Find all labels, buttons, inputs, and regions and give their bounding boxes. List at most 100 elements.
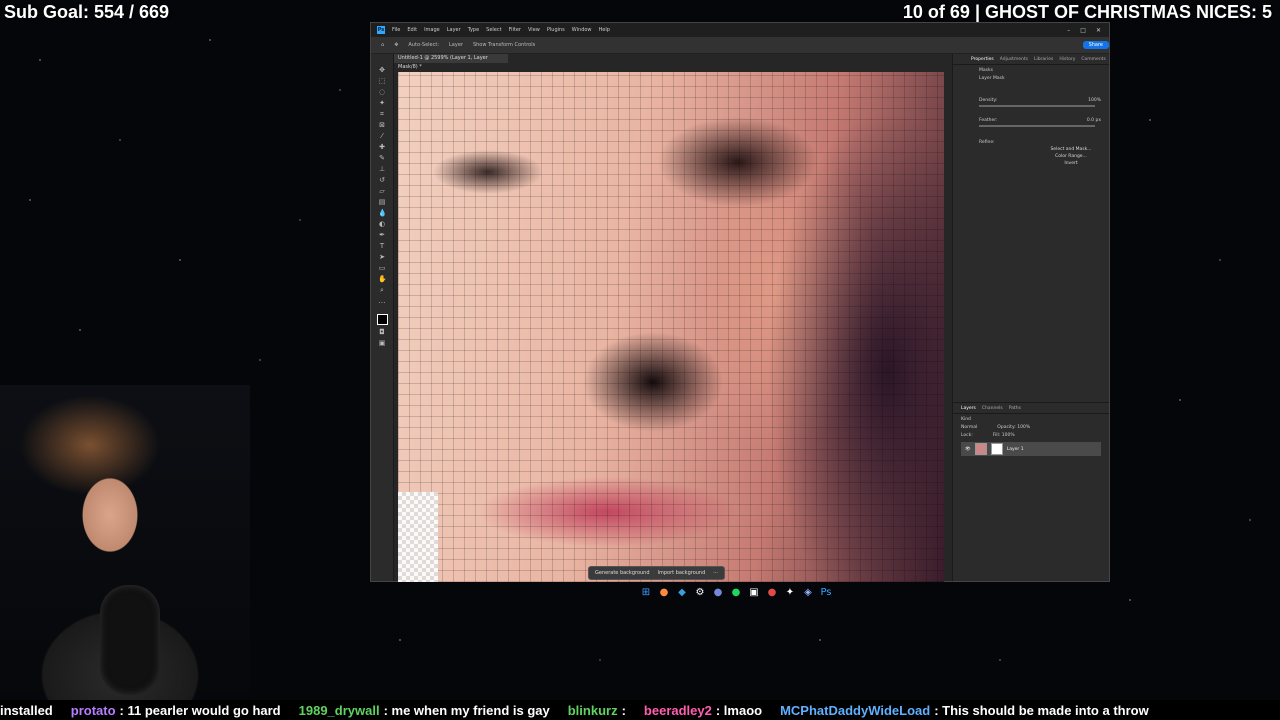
app-icon[interactable]: ▣: [748, 587, 760, 599]
visibility-eye-icon[interactable]: 👁: [965, 447, 971, 452]
type-icon[interactable]: T: [378, 242, 386, 250]
fill-field[interactable]: Fill: 100%: [993, 433, 1015, 438]
generate-background-button[interactable]: Generate background: [595, 570, 650, 576]
spotify-icon[interactable]: ●: [730, 587, 742, 599]
chat-message: installed: [0, 702, 53, 718]
menu-help[interactable]: Help: [599, 27, 610, 33]
tab-libraries[interactable]: Libraries: [1034, 57, 1053, 62]
more-tools-icon[interactable]: …: [378, 297, 386, 305]
edge-icon[interactable]: ◆: [676, 587, 688, 599]
color-swatch[interactable]: [376, 314, 388, 325]
healing-icon[interactable]: ✚: [378, 143, 386, 151]
more-options-icon[interactable]: ⋯: [713, 570, 718, 576]
menu-filter[interactable]: Filter: [509, 27, 521, 33]
history-brush-icon[interactable]: ↺: [378, 176, 386, 184]
tab-adjustments[interactable]: Adjustments: [1000, 57, 1028, 62]
obs-icon[interactable]: ●: [766, 587, 778, 599]
windows-icon[interactable]: ⊞: [640, 587, 652, 599]
menu-plugins[interactable]: Plugins: [547, 27, 565, 33]
app2-icon[interactable]: ✦: [784, 587, 796, 599]
gradient-icon[interactable]: ▤: [378, 198, 386, 206]
blend-mode-dropdown[interactable]: Normal: [961, 425, 977, 430]
discord-icon[interactable]: ●: [712, 587, 724, 599]
menu-bar: Ps File Edit Image Layer Type Select Fil…: [371, 23, 1109, 37]
crop-icon[interactable]: ⌗: [378, 110, 386, 118]
windows-taskbar: ⊞ ● ◆ ⚙ ● ● ▣ ● ✦ ◈ Ps: [640, 585, 832, 601]
opacity-field[interactable]: Opacity: 100%: [997, 425, 1030, 430]
density-slider[interactable]: [979, 105, 1095, 107]
menu-window[interactable]: Window: [572, 27, 592, 33]
right-panels: Properties Adjustments Libraries History…: [952, 54, 1109, 581]
document-tab[interactable]: Untitled-1 @ 2599% (Layer 1, Layer Mask/…: [394, 54, 508, 70]
settings-icon[interactable]: ⚙: [694, 587, 706, 599]
eyedropper-icon[interactable]: ⁄: [378, 132, 386, 140]
eraser-icon[interactable]: ▱: [378, 187, 386, 195]
share-button[interactable]: Share: [1082, 41, 1109, 49]
tab-history[interactable]: History: [1059, 57, 1075, 62]
stamp-icon[interactable]: ⊥: [378, 165, 386, 173]
chat-user: beeradley2: [643, 702, 712, 718]
move-tool-icon[interactable]: ✥: [394, 42, 398, 48]
show-transform-controls[interactable]: Show Transform Controls: [473, 42, 535, 48]
feather-label: Feather:: [979, 118, 998, 123]
home-icon[interactable]: ⌂: [381, 42, 384, 48]
rectangle-icon[interactable]: ▭: [378, 264, 386, 272]
firefox-icon[interactable]: ●: [658, 587, 670, 599]
tab-comments[interactable]: Comments: [1081, 57, 1105, 62]
mask-thumbnail[interactable]: [990, 443, 1003, 455]
pen-icon[interactable]: ✒: [378, 231, 386, 239]
options-bar: ⌂ ✥ Auto-Select: Layer Show Transform Co…: [371, 37, 1109, 54]
blur-icon[interactable]: 💧: [378, 209, 387, 217]
kind-filter[interactable]: Kind: [953, 414, 1109, 422]
lasso-icon[interactable]: ◌: [378, 88, 386, 96]
brush-icon[interactable]: ✎: [378, 154, 386, 162]
tab-channels[interactable]: Channels: [982, 406, 1003, 411]
screen-mode-icon[interactable]: ▣: [378, 339, 386, 347]
chat-user: 1989_drywall: [298, 702, 380, 718]
close-icon[interactable]: ✕: [1096, 27, 1101, 34]
masks-section-label: Masks: [979, 68, 993, 73]
select-and-mask-button[interactable]: Select and Mask...: [1041, 147, 1101, 152]
menu-file[interactable]: File: [392, 27, 400, 33]
maximize-icon[interactable]: □: [1080, 27, 1086, 34]
hand-icon[interactable]: ✋: [378, 275, 387, 283]
path-select-icon[interactable]: ➤: [378, 253, 386, 261]
streamer-webcam: [0, 385, 250, 705]
photoshop-icon[interactable]: Ps: [820, 587, 832, 599]
minimize-icon[interactable]: –: [1067, 27, 1070, 34]
auto-select-label[interactable]: Auto-Select:: [408, 42, 439, 48]
quick-mask-icon[interactable]: ◘: [378, 328, 386, 336]
import-background-button[interactable]: Import background: [658, 570, 706, 576]
menu-type[interactable]: Type: [468, 27, 479, 33]
dodge-icon[interactable]: ◐: [378, 220, 386, 228]
magic-wand-icon[interactable]: ✦: [378, 99, 386, 107]
chat-ticker: installed protato : 11 pearler would go …: [0, 700, 1280, 720]
menu-select[interactable]: Select: [486, 27, 501, 33]
menu-image[interactable]: Image: [424, 27, 440, 33]
feather-slider[interactable]: [979, 125, 1095, 127]
tab-paths[interactable]: Paths: [1009, 406, 1021, 411]
pixelated-portrait-canvas[interactable]: Generate background Import background ⋯: [398, 72, 944, 582]
properties-tabs: Properties Adjustments Libraries History…: [953, 54, 1109, 65]
microphone: [100, 585, 160, 695]
tab-layers[interactable]: Layers: [961, 406, 976, 411]
app3-icon[interactable]: ◈: [802, 587, 814, 599]
layers-tabs: Layers Channels Paths: [953, 403, 1109, 414]
zoom-icon[interactable]: ⌕: [378, 286, 386, 294]
marquee-icon[interactable]: ⬚: [378, 77, 386, 85]
feather-value[interactable]: 0.0 px: [1087, 118, 1101, 123]
tab-properties[interactable]: Properties: [971, 57, 994, 62]
menu-view[interactable]: View: [528, 27, 540, 33]
menu-layer[interactable]: Layer: [447, 27, 461, 33]
chat-message: :: [621, 702, 626, 718]
density-value[interactable]: 100%: [1088, 98, 1101, 103]
move-icon[interactable]: ✥: [378, 66, 386, 74]
color-range-button[interactable]: Color Range...: [1041, 154, 1101, 159]
layer-row[interactable]: 👁 Layer 1: [961, 442, 1101, 456]
layer-name[interactable]: Layer 1: [1007, 447, 1024, 452]
frame-icon[interactable]: ⊠: [378, 121, 386, 129]
layer-dropdown[interactable]: Layer: [449, 42, 463, 48]
chat-user: MCPhatDaddyWideLoad: [780, 702, 931, 718]
invert-button[interactable]: Invert: [1041, 161, 1101, 166]
menu-edit[interactable]: Edit: [407, 27, 417, 33]
